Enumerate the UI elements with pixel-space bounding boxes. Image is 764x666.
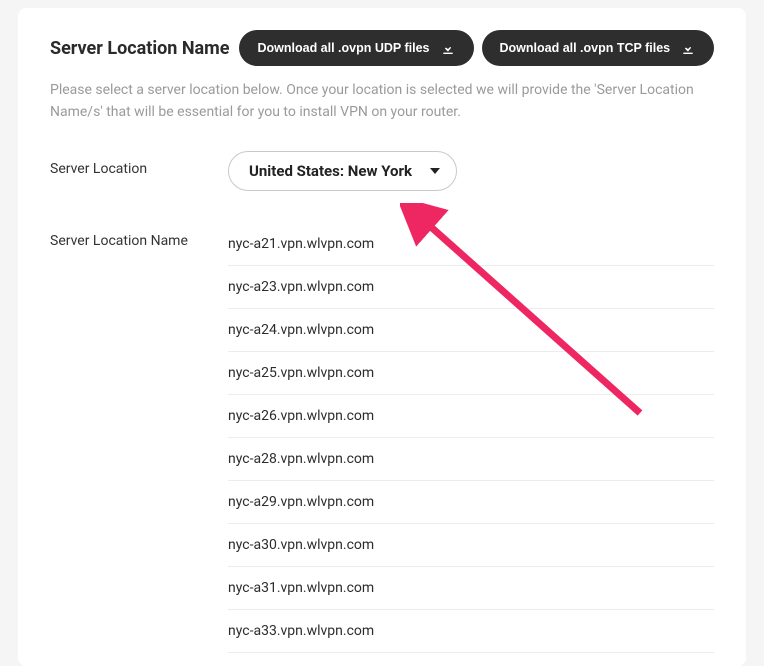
server-location-label: Server Location — [50, 151, 228, 177]
download-icon — [680, 40, 696, 56]
list-item: nyc-a28.vpn.wlvpn.com — [228, 438, 714, 481]
server-location-value: United States: New York — [249, 162, 412, 180]
download-button-group: Download all .ovpn UDP files Download al… — [239, 30, 714, 66]
server-location-select[interactable]: United States: New York — [228, 151, 457, 191]
download-udp-label: Download all .ovpn UDP files — [257, 41, 429, 55]
server-location-name-label: Server Location Name — [50, 223, 228, 249]
list-item: nyc-a23.vpn.wlvpn.com — [228, 266, 714, 309]
server-location-content: United States: New York — [228, 151, 714, 191]
list-item: nyc-a30.vpn.wlvpn.com — [228, 524, 714, 567]
server-location-name-row: Server Location Name nyc-a21.vpn.wlvpn.c… — [50, 223, 714, 653]
server-location-row: Server Location United States: New York — [50, 151, 714, 191]
download-tcp-button[interactable]: Download all .ovpn TCP files — [482, 30, 715, 66]
list-item: nyc-a33.vpn.wlvpn.com — [228, 610, 714, 653]
chevron-down-icon — [430, 168, 440, 174]
list-item: nyc-a31.vpn.wlvpn.com — [228, 567, 714, 610]
server-list-content: nyc-a21.vpn.wlvpn.com nyc-a23.vpn.wlvpn.… — [228, 223, 714, 653]
header-row: Server Location Name Download all .ovpn … — [50, 30, 714, 66]
download-tcp-label: Download all .ovpn TCP files — [500, 41, 671, 55]
server-list: nyc-a21.vpn.wlvpn.com nyc-a23.vpn.wlvpn.… — [228, 223, 714, 653]
list-item: nyc-a24.vpn.wlvpn.com — [228, 309, 714, 352]
server-location-card: Server Location Name Download all .ovpn … — [18, 8, 746, 666]
description-text: Please select a server location below. O… — [50, 80, 714, 123]
page-title: Server Location Name — [50, 38, 229, 59]
download-udp-button[interactable]: Download all .ovpn UDP files — [239, 30, 473, 66]
list-item: nyc-a25.vpn.wlvpn.com — [228, 352, 714, 395]
download-icon — [440, 40, 456, 56]
list-item: nyc-a26.vpn.wlvpn.com — [228, 395, 714, 438]
list-item: nyc-a21.vpn.wlvpn.com — [228, 223, 714, 266]
list-item: nyc-a29.vpn.wlvpn.com — [228, 481, 714, 524]
